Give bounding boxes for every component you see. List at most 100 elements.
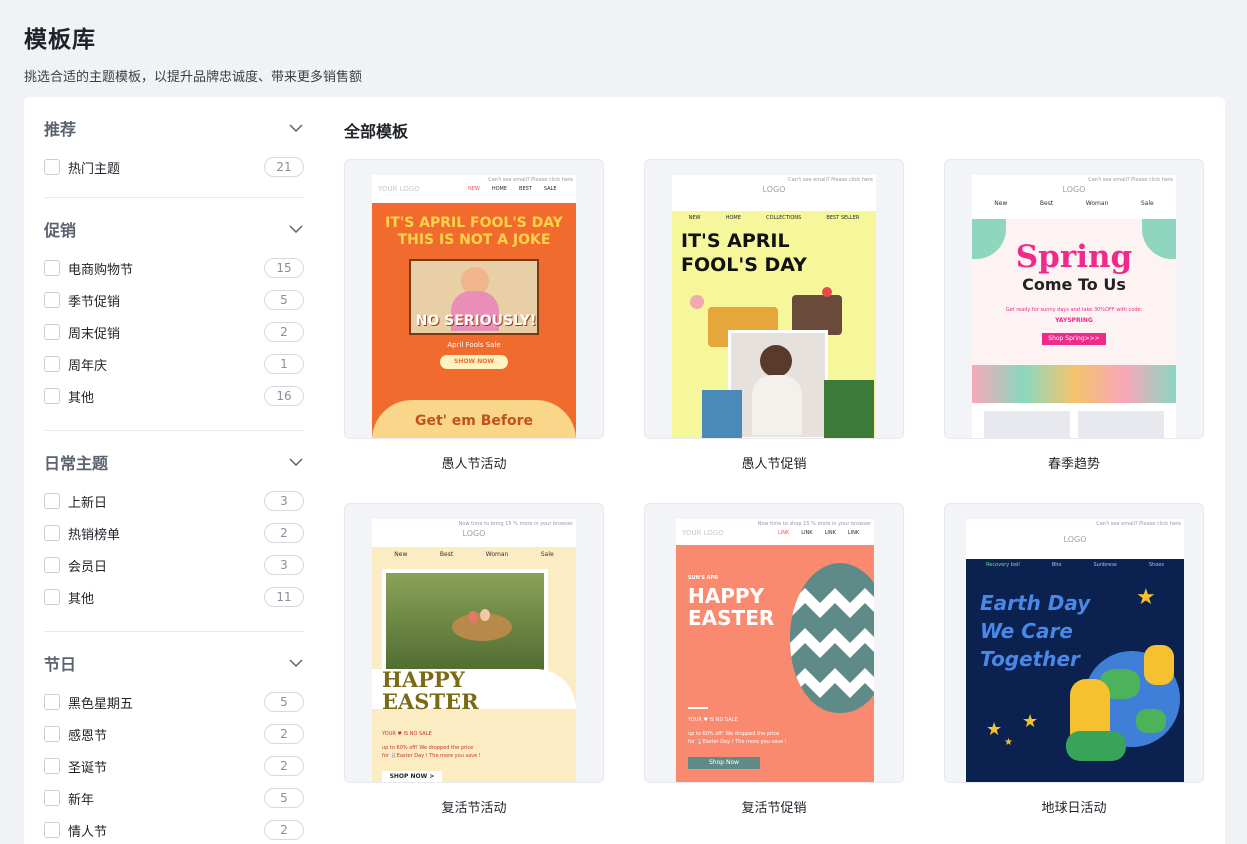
chevron-down-icon[interactable]	[288, 655, 304, 671]
template-name: 复活节促销	[741, 801, 807, 816]
template-preview: Now time to shop 15 % more in your brows…	[676, 519, 874, 782]
filter-item[interactable]: 周末促销 2	[44, 316, 304, 348]
count-badge: 5	[264, 788, 304, 808]
filter-group-header[interactable]: 节日	[44, 652, 304, 674]
filter-item-label: 上新日	[68, 495, 108, 511]
filter-item-label: 热门主题	[68, 161, 121, 177]
filter-item[interactable]: 感恩节 2	[44, 718, 304, 750]
filter-item-label: 新年	[68, 792, 95, 808]
filter-group-header[interactable]: 推荐	[44, 117, 304, 139]
count-badge: 11	[264, 587, 304, 607]
filter-group-daily: 日常主题 上新日 3 热销榜单 2 会员日 3 其他 11	[44, 431, 304, 632]
count-badge: 3	[264, 555, 304, 575]
checkbox[interactable]	[44, 356, 60, 372]
count-badge: 2	[264, 820, 304, 840]
template-name: 愚人节活动	[441, 457, 507, 472]
filter-group-holiday: 节日 黑色星期五 5 感恩节 2 圣诞节 2 新年 5 情人节 2	[44, 632, 304, 844]
filter-item[interactable]: 周年庆 1	[44, 348, 304, 380]
template-thumbnail[interactable]: Now time to bring 15 % more in your brow…	[344, 503, 604, 783]
filter-item[interactable]: 情人节 2	[44, 814, 304, 844]
filter-item-label: 黑色星期五	[68, 696, 134, 712]
filter-item[interactable]: 热门主题 21	[44, 151, 304, 183]
count-badge: 2	[264, 724, 304, 744]
filter-item[interactable]: 黑色星期五 5	[44, 686, 304, 718]
template-name: 复活节活动	[441, 801, 507, 816]
filter-item[interactable]: 季节促销 5	[44, 284, 304, 316]
checkbox[interactable]	[44, 758, 60, 774]
checkbox[interactable]	[44, 726, 60, 742]
filter-item[interactable]: 其他 16	[44, 380, 304, 412]
filter-group-recommend: 推荐 热门主题 21	[44, 97, 304, 198]
template-card[interactable]: Now time to bring 15 % more in your brow…	[344, 503, 604, 816]
count-badge: 16	[264, 386, 304, 406]
category-sidebar: 推荐 热门主题 21 促销 电商购物节 15 季节促销 5 周末促销 2 周年庆…	[44, 97, 304, 844]
count-badge: 5	[264, 692, 304, 712]
checkbox[interactable]	[44, 694, 60, 710]
filter-group-title: 节日	[44, 655, 77, 674]
filter-item-label: 电商购物节	[68, 262, 134, 278]
filter-group-title: 日常主题	[44, 454, 109, 473]
filter-group-title: 推荐	[44, 120, 77, 139]
template-card[interactable]: Now time to shop 15 % more in your brows…	[644, 503, 904, 816]
filter-item-label: 周年庆	[68, 358, 108, 374]
section-title: 全部模板	[344, 122, 409, 141]
template-name: 地球日活动	[1041, 801, 1107, 816]
template-thumbnail[interactable]: Can't see email? Please click here YOUR …	[344, 159, 604, 439]
filter-group-header[interactable]: 日常主题	[44, 451, 304, 473]
checkbox[interactable]	[44, 493, 60, 509]
filter-item[interactable]: 热销榜单 2	[44, 517, 304, 549]
filter-group-header[interactable]: 促销	[44, 218, 304, 240]
filter-item-label: 感恩节	[68, 728, 108, 744]
filter-item[interactable]: 电商购物节 15	[44, 252, 304, 284]
filter-group-title: 促销	[44, 221, 77, 240]
template-name: 愚人节促销	[741, 457, 807, 472]
template-card[interactable]: Can't see email? Please click here LOGO …	[644, 159, 904, 472]
template-card[interactable]: Can't see email? Please click here YOUR …	[344, 159, 604, 472]
template-preview: Can't see email? Please click here LOGO …	[966, 519, 1184, 782]
checkbox[interactable]	[44, 557, 60, 573]
template-thumbnail[interactable]: Can't see email? Please click here LOGO …	[944, 159, 1204, 439]
count-badge: 5	[264, 290, 304, 310]
filter-item-label: 情人节	[68, 824, 108, 840]
filter-item-label: 周末促销	[68, 326, 121, 342]
count-badge: 2	[264, 322, 304, 342]
checkbox[interactable]	[44, 525, 60, 541]
filter-item-label: 其他	[68, 390, 95, 406]
checkbox[interactable]	[44, 589, 60, 605]
filter-group-promotion: 促销 电商购物节 15 季节促销 5 周末促销 2 周年庆 1 其他 16	[44, 198, 304, 431]
chevron-down-icon[interactable]	[288, 454, 304, 470]
filter-item-label: 会员日	[68, 559, 108, 575]
count-badge: 2	[264, 756, 304, 776]
content-panel: 推荐 热门主题 21 促销 电商购物节 15 季节促销 5 周末促销 2 周年庆…	[24, 97, 1225, 844]
filter-item-label: 热销榜单	[68, 527, 121, 543]
checkbox[interactable]	[44, 159, 60, 175]
template-card[interactable]: Can't see email? Please click here LOGO …	[944, 159, 1204, 472]
template-card[interactable]: Can't see email? Please click here LOGO …	[944, 503, 1204, 816]
checkbox[interactable]	[44, 324, 60, 340]
checkbox[interactable]	[44, 822, 60, 838]
template-preview: Can't see email? Please click here LOGO …	[672, 175, 876, 438]
chevron-down-icon[interactable]	[288, 221, 304, 237]
checkbox[interactable]	[44, 260, 60, 276]
count-badge: 2	[264, 523, 304, 543]
filter-item[interactable]: 上新日 3	[44, 485, 304, 517]
filter-item-label: 季节促销	[68, 294, 121, 310]
checkbox[interactable]	[44, 292, 60, 308]
template-thumbnail[interactable]: Can't see email? Please click here LOGO …	[644, 159, 904, 439]
checkbox[interactable]	[44, 790, 60, 806]
page-title: 模板库	[24, 27, 96, 53]
count-badge: 3	[264, 491, 304, 511]
chevron-down-icon[interactable]	[288, 120, 304, 136]
checkbox[interactable]	[44, 388, 60, 404]
template-preview: Can't see email? Please click here YOUR …	[372, 175, 576, 438]
template-thumbnail[interactable]: Now time to shop 15 % more in your brows…	[644, 503, 904, 783]
filter-item[interactable]: 会员日 3	[44, 549, 304, 581]
filter-item-label: 圣诞节	[68, 760, 108, 776]
filter-item[interactable]: 新年 5	[44, 782, 304, 814]
page-header: 模板库 挑选合适的主题模板，以提升品牌忠诚度、带来更多销售额	[24, 20, 362, 85]
filter-item[interactable]: 圣诞节 2	[44, 750, 304, 782]
filter-item-label: 其他	[68, 591, 95, 607]
filter-item[interactable]: 其他 11	[44, 581, 304, 613]
count-badge: 15	[264, 258, 304, 278]
template-thumbnail[interactable]: Can't see email? Please click here LOGO …	[944, 503, 1204, 783]
